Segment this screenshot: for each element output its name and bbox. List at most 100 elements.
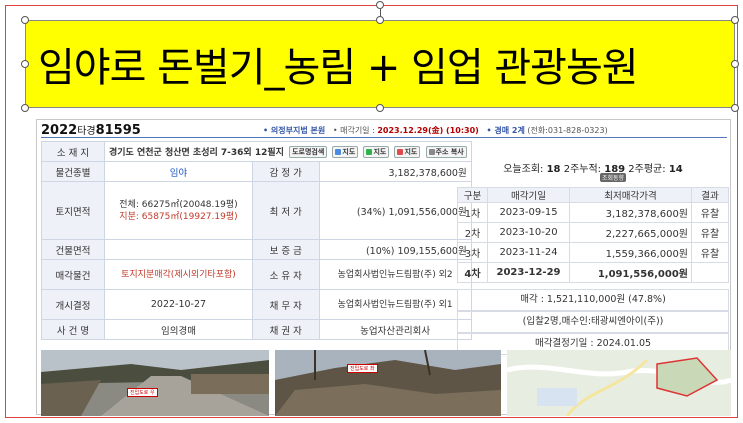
- today-label: 오늘조회:: [503, 164, 544, 175]
- avg-label: 2주평균:: [628, 164, 666, 175]
- map-icon: [335, 149, 342, 156]
- resize-handle-ml[interactable]: [21, 60, 29, 68]
- case-meta: • 의정부지법 본원 • 매각기일 : 2023.12.29(金) (10:30…: [263, 125, 608, 136]
- min-price-value: (34%) 1,091,556,000원: [318, 181, 472, 240]
- case-number: 2022타경81595: [41, 122, 141, 138]
- sale-date: 2023.12.29(金) (10:30): [377, 126, 479, 135]
- date: 2023-12-29: [487, 262, 570, 283]
- date: 2023-11-24: [487, 242, 570, 263]
- photo-road-left[interactable]: 진입도로 좌: [275, 350, 501, 416]
- case-header: 2022타경81595 • 의정부지법 본원 • 매각기일 : 2023.12.…: [41, 122, 729, 138]
- resize-handle-tr[interactable]: [731, 16, 739, 24]
- date: 2023-09-15: [487, 202, 570, 223]
- phone: (전화:031-828-0323): [527, 126, 608, 135]
- history-row: 1차 2023-09-15 3,182,378,600원 유찰: [457, 202, 729, 223]
- round: 3차: [457, 242, 488, 263]
- case-name-label: 사 건 명: [41, 319, 105, 340]
- price: 1,559,366,000원: [569, 242, 692, 263]
- type-value[interactable]: 임야: [104, 161, 253, 182]
- photo-caption-1: 진입도로 우: [127, 388, 158, 397]
- auction-screenshot[interactable]: 2022타경81595 • 의정부지법 본원 • 매각기일 : 2023.12.…: [36, 119, 731, 416]
- copy-icon: [428, 149, 435, 156]
- date: 2023-10-20: [487, 222, 570, 243]
- case-no: 81595: [95, 123, 141, 138]
- view-stats: 오늘조회: 18 2주누적: 189 2주평균: 14: [457, 160, 729, 176]
- court-name: • 의정부지법 본원: [263, 126, 326, 135]
- banner-title: 임야로 돈벌기_농림 + 임업 관광농원: [38, 45, 639, 91]
- road-photo-1: [41, 350, 269, 416]
- photo-caption-2: 진입도로 좌: [347, 364, 378, 373]
- resize-handle-mr[interactable]: [731, 60, 739, 68]
- creditor-value: 농업자산관리회사: [318, 319, 472, 340]
- photo-strip: 진입도로 우 진입도로 좌: [41, 350, 731, 416]
- result: [691, 262, 729, 283]
- resize-handle-bl[interactable]: [21, 104, 29, 112]
- map-button-3[interactable]: 지도: [394, 146, 421, 159]
- dept-name: • 경매 2계: [486, 126, 525, 135]
- rotate-handle[interactable]: [376, 1, 384, 9]
- col-round: 구분: [457, 187, 488, 203]
- type-label: 물건종별: [41, 161, 105, 182]
- resize-handle-br[interactable]: [731, 104, 739, 112]
- sale-object-label: 매각물건: [41, 259, 105, 290]
- col-result: 결과: [691, 187, 729, 203]
- appraisal-label: 감 정 가: [251, 161, 320, 182]
- building-area-value: [104, 239, 253, 260]
- address-label: 소 재 지: [41, 141, 105, 162]
- appraisal-value: 3,182,378,600원: [318, 161, 472, 182]
- price: 2,227,665,000원: [569, 222, 692, 243]
- road-photo-2: [275, 350, 501, 416]
- deposit-label: 보 증 금: [251, 239, 320, 260]
- copy-address-button[interactable]: 주소 복사: [425, 146, 467, 159]
- map-photo: [507, 350, 731, 416]
- result: 유찰: [691, 202, 729, 223]
- sale-object-value: 토지지분매각(제시외기타포함): [104, 259, 253, 290]
- map-button-1[interactable]: 지도: [332, 146, 359, 159]
- owner-value: 농업회사법인뉴드림팜(주) 외2: [318, 259, 472, 290]
- photo-map[interactable]: [507, 350, 731, 416]
- history-row: 2차 2023-10-20 2,227,665,000원 유찰: [457, 222, 729, 243]
- min-price-label: 최 저 가: [251, 181, 320, 240]
- property-info-table: 소 재 지 경기도 연천군 청산면 초성리 7-36외 12필지 도로명검색 지…: [41, 141, 472, 340]
- building-area-label: 건물면적: [41, 239, 105, 260]
- today-count: 18: [546, 164, 561, 175]
- start-decision-value: 2022-10-27: [104, 289, 253, 320]
- resize-handle-bc[interactable]: [376, 104, 384, 112]
- map-button-2[interactable]: 지도: [363, 146, 390, 159]
- history-row: 3차 2023-11-24 1,559,366,000원 유찰: [457, 242, 729, 263]
- creditor-label: 채 권 자: [251, 319, 320, 340]
- land-area-total: 전체: 66275㎡(20048.19평): [119, 199, 238, 210]
- address-value: 경기도 연천군 청산면 초성리 7-36외 12필지: [109, 147, 284, 158]
- start-decision-label: 개시결정: [41, 289, 105, 320]
- round: 4차: [457, 262, 488, 283]
- history-row-current: 4차 2023-12-29 1,091,556,000원: [457, 262, 729, 283]
- result: 유찰: [691, 222, 729, 243]
- resize-handle-tc[interactable]: [376, 16, 384, 24]
- debtor-value: 농업회사법인뉴드림팜(주) 외1: [318, 289, 472, 320]
- history-table: 구분 매각기일 최저매각가격 결과 1차 2023-09-15 3,182,37…: [457, 187, 729, 283]
- price: 1,091,556,000원: [569, 262, 692, 283]
- case-type: 타경: [77, 126, 96, 137]
- round: 2차: [457, 222, 488, 243]
- resize-handle-tl[interactable]: [21, 16, 29, 24]
- header-divider: [41, 137, 727, 138]
- sale-date-label: • 매각기일 :: [332, 126, 375, 135]
- owner-label: 소 유 자: [251, 259, 320, 290]
- deposit-value: (10%) 109,155,600원: [318, 239, 472, 260]
- lookup-trend-button[interactable]: 조회동향: [600, 173, 627, 182]
- price: 3,182,378,600원: [569, 202, 692, 223]
- road-search-button[interactable]: 도로명검색: [289, 146, 328, 159]
- col-price: 최저매각가격: [569, 187, 692, 203]
- round: 1차: [457, 202, 488, 223]
- title-banner[interactable]: 임야로 돈벌기_농림 + 임업 관광농원: [25, 20, 735, 108]
- avg-count: 14: [668, 164, 683, 175]
- case-name-value: 임의경매: [104, 319, 253, 340]
- col-date: 매각기일: [487, 187, 570, 203]
- result: 유찰: [691, 242, 729, 263]
- land-area-share: 지분: 65875㎡(19927.19평): [119, 211, 238, 222]
- photo-road-right[interactable]: 진입도로 우: [41, 350, 269, 416]
- map-icon: [366, 149, 373, 156]
- sold-price: 매각 : 1,521,110,000원 (47.8%): [457, 289, 729, 311]
- map-icon: [397, 149, 404, 156]
- debtor-label: 채 무 자: [251, 289, 320, 320]
